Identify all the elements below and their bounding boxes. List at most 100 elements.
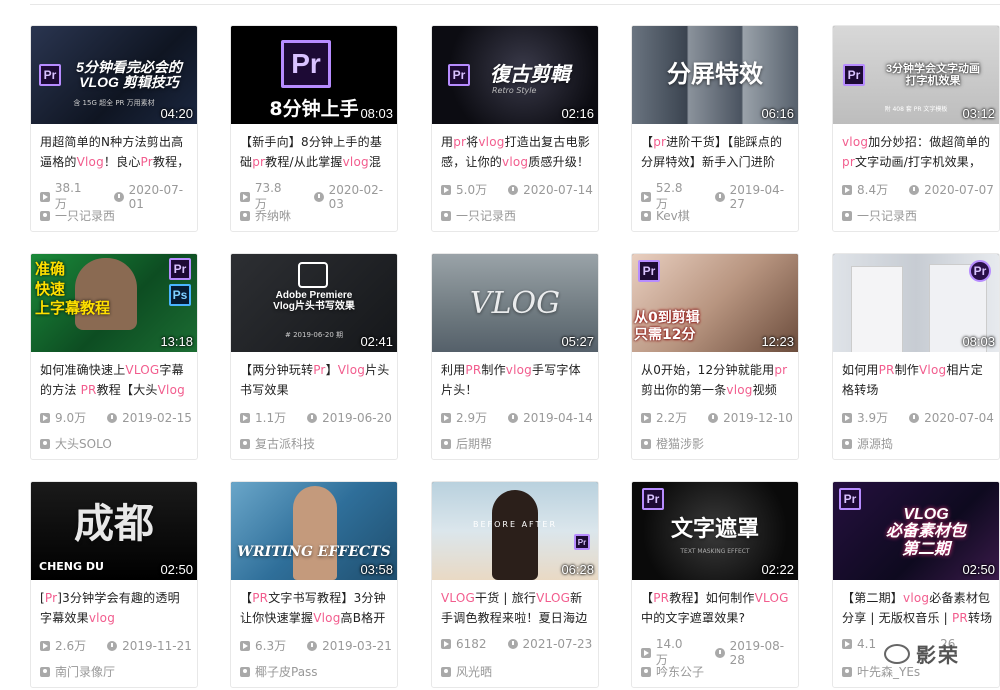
- video-author[interactable]: 一只记录西: [441, 207, 516, 224]
- video-title[interactable]: 【第二期】vlog必备素材包分享 | 无版权音乐 | PR转场: [842, 588, 993, 628]
- video-author[interactable]: Kev棋: [641, 207, 690, 224]
- video-card[interactable]: 成都 CHENG DU 02:50 [Pr]3分钟学会有趣的透明字幕效果vlog…: [30, 481, 198, 688]
- author-name[interactable]: 椰子皮Pass: [255, 663, 318, 680]
- video-card[interactable]: Pr 復古剪輯 Retro Style 02:16 用pr将vlog打造出复古电…: [431, 25, 599, 232]
- clock-icon: [909, 412, 920, 423]
- video-card[interactable]: Pr Ps 准确 快速 上字幕教程 13:18 如何准确快速上VLOG字幕的方法…: [30, 253, 198, 460]
- premiere-logo-icon: Pr: [169, 258, 191, 280]
- video-thumbnail[interactable]: Pr 8分钟上手 08:03: [231, 26, 397, 124]
- video-thumbnail[interactable]: Pr 3分钟学会文字动画 打字机效果 附 408 套 PR 文字模板 03:12: [833, 26, 999, 124]
- video-thumbnail[interactable]: VLOG 05:27: [432, 254, 598, 352]
- video-card[interactable]: Pr 文字遮罩 TEXT MASKING EFFECT 02:22 【PR教程】…: [631, 481, 799, 688]
- video-thumbnail[interactable]: Adobe Premiere Vlog片头书写效果 # 2019-06-20 期…: [231, 254, 397, 352]
- video-thumbnail[interactable]: 分屏特效 06:16: [632, 26, 798, 124]
- author-name[interactable]: 一只记录西: [456, 207, 516, 224]
- video-card[interactable]: Pr 从0到剪辑 只需12分 12:23 从0开始，12分钟就能用pr剪出你的第…: [631, 253, 799, 460]
- video-title[interactable]: 用超简单的N种方法剪出高逼格的Vlog！良心Pr教程，: [40, 132, 191, 172]
- video-title[interactable]: 【pr进阶干货】【能踩点的分屏特效】新手入门进阶: [641, 132, 792, 172]
- author-name[interactable]: 一只记录西: [55, 207, 115, 224]
- video-card[interactable]: VLOG 05:27 利用PR制作vlog手写字体片头！ 2.9万 2019-04…: [431, 253, 599, 460]
- video-duration: 02:50: [962, 562, 995, 577]
- video-author[interactable]: 橙猫涉影: [641, 435, 704, 452]
- author-name[interactable]: 复古派科技: [255, 435, 315, 452]
- author-name[interactable]: 大头SOLO: [55, 435, 112, 452]
- play-count-icon: [441, 412, 451, 423]
- upload-date: 2020-02-03: [328, 182, 384, 211]
- play-count-icon: [441, 639, 451, 649]
- video-duration: 12:23: [761, 334, 794, 349]
- video-title[interactable]: 用pr将vlog打造出复古电影感，让你的vlog质感升级！: [441, 132, 592, 172]
- author-name[interactable]: 源源捣: [857, 435, 893, 452]
- video-card[interactable]: Pr 3分钟学会文字动画 打字机效果 附 408 套 PR 文字模板 03:12…: [832, 25, 1000, 232]
- video-thumbnail[interactable]: Pr VLOG 必备素材包 第二期 02:50: [833, 482, 999, 580]
- video-author[interactable]: 风光晒: [441, 663, 492, 680]
- play-count: 1.1万: [255, 411, 287, 425]
- uploader-icon: [40, 666, 50, 677]
- video-author[interactable]: 乔纳咻: [240, 207, 291, 224]
- video-title[interactable]: 【两分钟玩转Pr】Vlog片头书写效果: [240, 360, 391, 400]
- author-name[interactable]: 南门录像厅: [55, 663, 115, 680]
- author-name[interactable]: 橙猫涉影: [656, 435, 704, 452]
- video-title[interactable]: 利用PR制作vlog手写字体片头！: [441, 360, 592, 400]
- author-name[interactable]: Kev棋: [656, 207, 690, 224]
- play-count-icon: [40, 191, 50, 202]
- video-thumbnail[interactable]: 成都 CHENG DU 02:50: [31, 482, 197, 580]
- video-thumbnail[interactable]: Pr 从0到剪辑 只需12分 12:23: [632, 254, 798, 352]
- play-count-icon: [240, 640, 250, 651]
- uploader-icon: [441, 210, 451, 221]
- author-name[interactable]: 一只记录西: [857, 207, 917, 224]
- author-name[interactable]: 乔纳咻: [255, 207, 291, 224]
- author-name[interactable]: 风光晒: [456, 663, 492, 680]
- video-author[interactable]: 后期帮: [441, 435, 492, 452]
- video-card[interactable]: Pr 5分钟看完必会的 VLOG 剪辑技巧 含 15G 超全 PR 万用素材 0…: [30, 25, 198, 232]
- video-card[interactable]: Pr 08:03 如何用PR制作Vlog相片定格转场 3.9万 2020-07-0…: [832, 253, 1000, 460]
- video-thumbnail[interactable]: Pr 復古剪輯 Retro Style 02:16: [432, 26, 598, 124]
- video-author[interactable]: 吟东公子: [641, 663, 704, 680]
- video-thumbnail[interactable]: Pr 文字遮罩 TEXT MASKING EFFECT 02:22: [632, 482, 798, 580]
- video-stats: 5.0万 2020-07-14: [441, 181, 593, 198]
- video-card[interactable]: WRITING EFFECTS 03:58 【PR文字书写教程】3分钟让你快速掌…: [230, 481, 398, 688]
- uploader-icon: [842, 210, 852, 221]
- upload-date: 2020-07-07: [924, 182, 994, 197]
- upload-date: 2019-03-21: [322, 638, 392, 653]
- video-author[interactable]: 大头SOLO: [40, 435, 112, 452]
- watermark-text: 影荣: [916, 643, 960, 667]
- video-author[interactable]: 复古派科技: [240, 435, 315, 452]
- clock-icon: [307, 412, 318, 423]
- video-card[interactable]: Adobe Premiere Vlog片头书写效果 # 2019-06-20 期…: [230, 253, 398, 460]
- upload-date: 2019-08-28: [729, 638, 785, 667]
- video-title[interactable]: 【新手向】8分钟上手的基础pr教程/从此掌握vlog混剪: [240, 132, 391, 172]
- video-stats: 2.2万 2019-12-10: [641, 409, 793, 426]
- video-card[interactable]: 分屏特效 06:16 【pr进阶干货】【能踩点的分屏特效】新手入门进阶 52.8…: [631, 25, 799, 232]
- video-card[interactable]: Pr 8分钟上手 08:03 【新手向】8分钟上手的基础pr教程/从此掌握vlo…: [230, 25, 398, 232]
- video-title[interactable]: vlog加分妙招：做超简单的pr文字动画/打字机效果，含: [842, 132, 993, 172]
- video-thumbnail[interactable]: BEFORE AFTER Pr 06:28: [432, 482, 598, 580]
- uploader-icon: [641, 666, 651, 677]
- uploader-icon: [441, 666, 451, 677]
- video-card[interactable]: BEFORE AFTER Pr 06:28 VLOG干货 | 旅行VLOG新手调…: [431, 481, 599, 688]
- video-thumbnail[interactable]: Pr 5分钟看完必会的 VLOG 剪辑技巧 含 15G 超全 PR 万用素材 0…: [31, 26, 197, 124]
- video-title[interactable]: VLOG干货 | 旅行VLOG新手调色教程来啦！夏日海边旅: [441, 588, 592, 628]
- play-count-icon: [240, 191, 250, 202]
- video-title[interactable]: 从0开始，12分钟就能用pr剪出你的第一条vlog视频: [641, 360, 792, 400]
- video-title[interactable]: [Pr]3分钟学会有趣的透明字幕效果vlog: [40, 588, 191, 628]
- video-duration: 06:16: [761, 106, 794, 121]
- video-title[interactable]: 【PR文字书写教程】3分钟让你快速掌握Vlog高B格开: [240, 588, 391, 628]
- video-author[interactable]: 源源捣: [842, 435, 893, 452]
- video-title[interactable]: 如何准确快速上VLOG字幕的方法 PR教程【大头Vlog: [40, 360, 191, 400]
- author-name[interactable]: 后期帮: [456, 435, 492, 452]
- play-count: 5.0万: [456, 183, 488, 197]
- video-title[interactable]: 如何用PR制作Vlog相片定格转场: [842, 360, 993, 400]
- author-name[interactable]: 吟东公子: [656, 663, 704, 680]
- video-author[interactable]: 南门录像厅: [40, 663, 115, 680]
- uploader-icon: [240, 210, 250, 221]
- video-thumbnail[interactable]: WRITING EFFECTS 03:58: [231, 482, 397, 580]
- video-title[interactable]: 【PR教程】如何制作VLOG中的文字遮罩效果?: [641, 588, 792, 628]
- video-thumbnail[interactable]: Pr Ps 准确 快速 上字幕教程 13:18: [31, 254, 197, 352]
- video-author[interactable]: 椰子皮Pass: [240, 663, 318, 680]
- video-author[interactable]: 一只记录西: [842, 207, 917, 224]
- thumbnail-subcaption: Retro Style: [492, 86, 537, 95]
- video-thumbnail[interactable]: Pr 08:03: [833, 254, 999, 352]
- uploader-icon: [641, 210, 651, 221]
- video-author[interactable]: 一只记录西: [40, 207, 115, 224]
